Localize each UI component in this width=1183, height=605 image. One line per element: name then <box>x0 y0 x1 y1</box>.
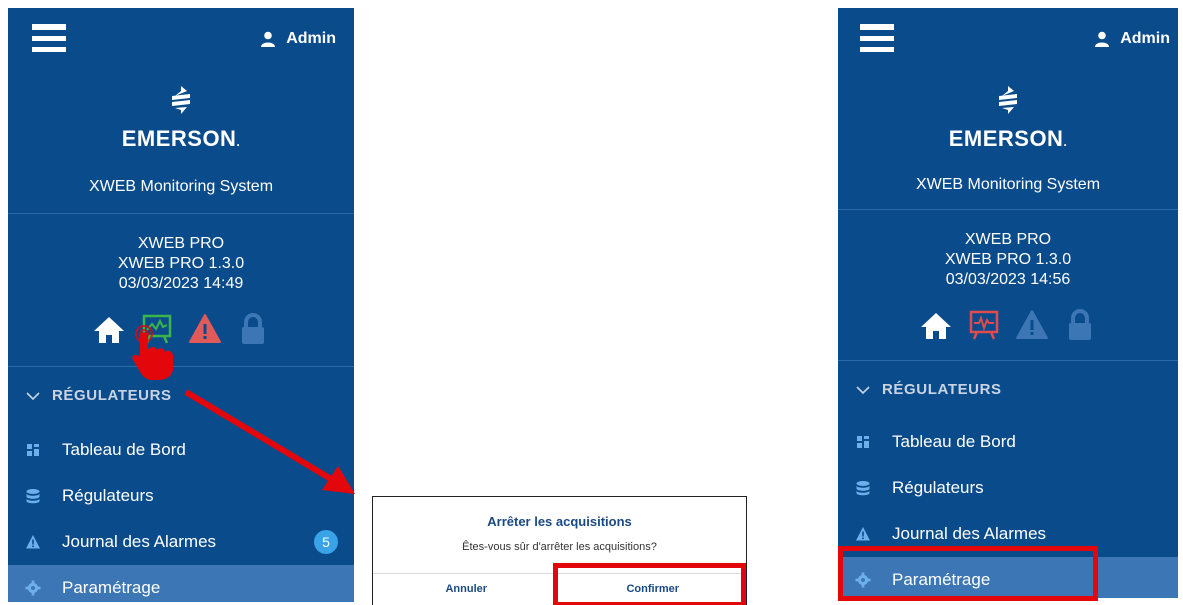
section-header-regulateurs[interactable]: RÉGULATEURS <box>838 361 1178 419</box>
acquisition-icon[interactable] <box>967 308 1001 342</box>
alarm-icon[interactable] <box>1015 308 1049 342</box>
user-name: Admin <box>1120 30 1170 47</box>
device-name: XWEB PRO <box>137 235 225 252</box>
emerson-logo-icon <box>999 86 1017 114</box>
emerson-logo-icon <box>172 86 190 114</box>
menu-item-tableau-de-bord[interactable]: Tableau de Bord <box>8 427 354 473</box>
chevron-down-icon <box>856 386 870 395</box>
device-version: XWEB PRO 1.3.0 <box>117 255 245 272</box>
menu-item-journal-des-alarmes[interactable]: Journal des Alarmes 5 <box>8 519 354 565</box>
chevron-down-icon <box>26 392 40 401</box>
hand-pointer-icon <box>132 325 173 380</box>
top-bar: Admin <box>8 8 354 70</box>
user-icon <box>1095 31 1110 47</box>
menu-icon[interactable] <box>32 24 66 52</box>
user-icon <box>261 31 276 47</box>
device-name: XWEB PRO <box>964 231 1052 248</box>
top-bar: Admin <box>838 8 1178 70</box>
menu-item-label: Journal des Alarmes <box>62 532 217 551</box>
cancel-button[interactable]: Annuler <box>373 575 560 605</box>
alarm-icon[interactable] <box>188 312 222 346</box>
dialog-title: Arrêter les acquisitions <box>487 514 632 529</box>
confirm-button[interactable]: Confirmer <box>560 575 747 605</box>
system-title: XWEB Monitoring System <box>88 178 274 195</box>
database-icon <box>24 487 42 505</box>
dashboard-icon <box>24 441 42 459</box>
home-icon[interactable] <box>92 312 126 346</box>
menu-item-label: Tableau de Bord <box>62 440 186 459</box>
menu-item-label: Régulateurs <box>62 486 154 505</box>
menu-item-parametrage[interactable]: Paramétrage <box>838 557 1178 598</box>
sidebar-panel-before: Admin EMERSON. XWEB Monitoring System XW… <box>8 8 354 602</box>
menu-item-journal-des-alarmes[interactable]: Journal des Alarmes <box>838 511 1178 557</box>
menu-icon[interactable] <box>860 24 894 52</box>
menu-item-label: Paramétrage <box>892 570 991 589</box>
brand-name: EMERSON. <box>948 126 1068 151</box>
menu-item-regulateurs[interactable]: Régulateurs <box>838 465 1178 511</box>
lock-icon[interactable] <box>1063 308 1097 342</box>
menu-item-tableau-de-bord[interactable]: Tableau de Bord <box>838 419 1178 465</box>
menu-item-label: Tableau de Bord <box>892 432 1016 451</box>
device-datetime: 03/03/2023 14:49 <box>118 275 244 292</box>
menu-item-label: Journal des Alarmes <box>892 524 1047 543</box>
gear-icon <box>854 571 872 589</box>
user-menu[interactable]: Admin <box>1094 30 1170 48</box>
warning-icon <box>854 525 872 543</box>
sidebar-panel-after: Admin EMERSON. XWEB Monitoring System XW… <box>838 8 1178 598</box>
dialog-message: Êtes-vous sûr d'arrêter les acquisitions… <box>462 541 657 553</box>
status-icons <box>838 304 1178 342</box>
warning-icon <box>24 533 42 551</box>
menu-item-parametrage[interactable]: Paramétrage <box>8 565 354 602</box>
user-name: Admin <box>286 30 336 47</box>
logo-block: EMERSON. XWEB Monitoring System <box>8 70 354 214</box>
logo-block: EMERSON. XWEB Monitoring System <box>838 70 1178 210</box>
home-icon[interactable] <box>919 308 953 342</box>
lock-icon[interactable] <box>236 312 270 346</box>
confirm-dialog: Arrêter les acquisitions Êtes-vous sûr d… <box>372 496 747 605</box>
alarm-count-badge: 5 <box>314 530 338 554</box>
menu-item-label: Paramétrage <box>62 578 161 597</box>
gear-icon <box>24 579 42 597</box>
menu-item-regulateurs[interactable]: Régulateurs <box>8 473 354 519</box>
device-info: XWEB PRO XWEB PRO 1.3.0 03/03/2023 14:56 <box>838 210 1178 361</box>
dashboard-icon <box>854 433 872 451</box>
brand-name: EMERSON. <box>121 126 241 151</box>
menu-item-label: Régulateurs <box>892 478 984 497</box>
device-datetime: 03/03/2023 14:56 <box>945 271 1071 288</box>
database-icon <box>854 479 872 497</box>
user-menu[interactable]: Admin <box>260 30 336 48</box>
system-title: XWEB Monitoring System <box>915 176 1101 193</box>
dialog-divider <box>373 573 746 574</box>
device-version: XWEB PRO 1.3.0 <box>944 251 1072 268</box>
